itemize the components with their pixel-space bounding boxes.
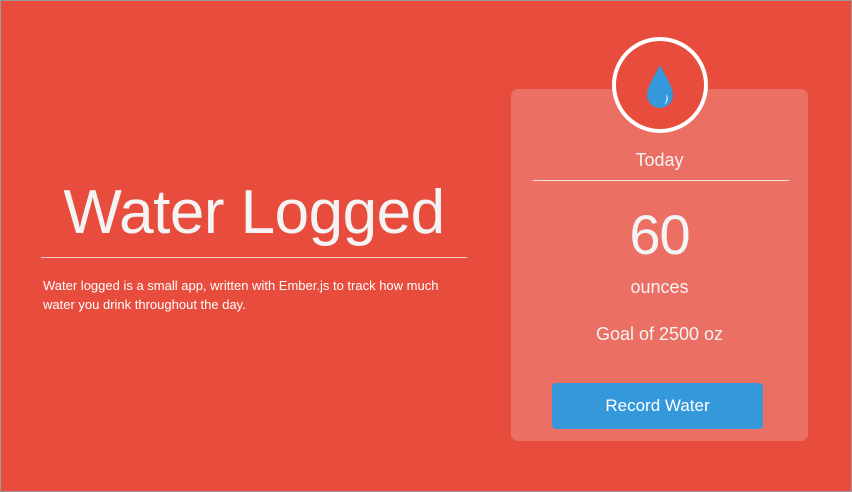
app-description: Water logged is a small app, written wit… [43, 278, 439, 312]
page-title: Water Logged [63, 178, 445, 247]
water-drop-icon [647, 65, 673, 108]
water-tracker-card: Today 60 ounces Goal of 2500 oz Record W… [511, 89, 808, 441]
amount-unit: ounces [630, 277, 689, 297]
day-label: Today [635, 150, 684, 170]
card-divider [533, 180, 789, 181]
intro-section: Water Logged Water logged is a small app… [41, 177, 467, 314]
daily-goal: Goal of 2500 oz [595, 324, 724, 344]
water-amount: 60 [629, 203, 690, 266]
record-water-button[interactable]: Record Water [552, 383, 763, 429]
water-drop-badge [612, 37, 708, 133]
title-divider [41, 257, 467, 258]
